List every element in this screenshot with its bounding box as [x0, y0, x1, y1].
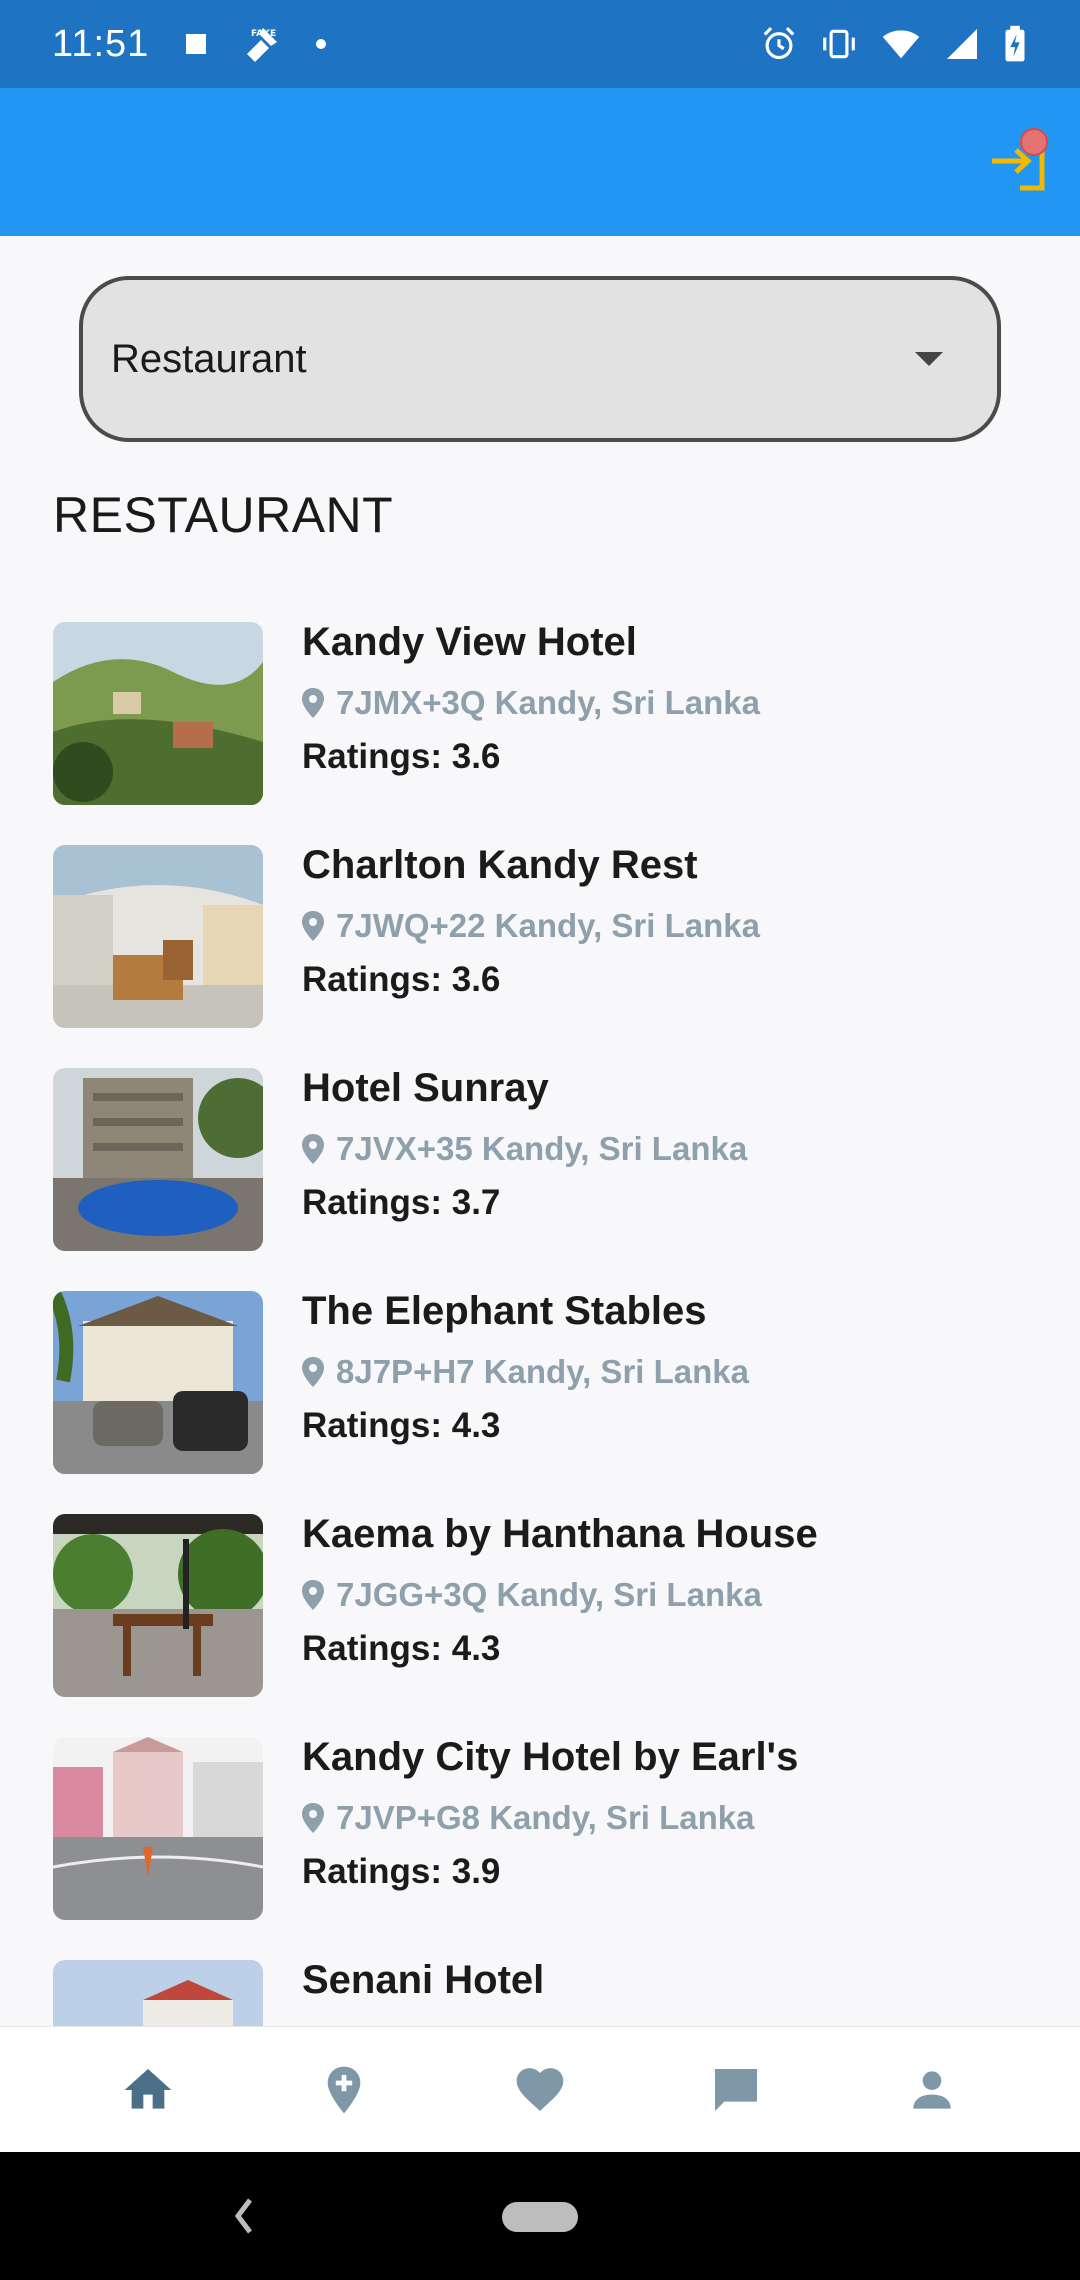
- bottom-navigation: [0, 2026, 1080, 2152]
- app-bar: [0, 88, 1080, 236]
- add-location-icon: [327, 2066, 361, 2113]
- place-address: 7JVP+G8 Kandy, Sri Lanka: [336, 1799, 755, 1836]
- list-item[interactable]: Kaema by Hanthana House 7JGG+3Q Kandy, S…: [0, 1512, 1080, 1735]
- address-row: 7JWQ+22 Kandy, Sri Lanka: [302, 907, 760, 945]
- place-thumbnail: [53, 1068, 263, 1251]
- status-left-icons: FAKE: [185, 24, 327, 64]
- location-pin-icon: [302, 1803, 324, 1833]
- place-rating: Ratings: 3.7: [302, 1183, 501, 1222]
- location-pin-icon: [302, 911, 324, 941]
- stop-icon: [186, 34, 207, 54]
- back-icon[interactable]: [222, 2186, 262, 2246]
- battery-charging-icon: [1005, 25, 1025, 62]
- location-pin-icon: [302, 688, 324, 718]
- place-thumbnail: [53, 1514, 263, 1697]
- address-row: 7JVP+G8 Kandy, Sri Lanka: [302, 1799, 755, 1837]
- place-thumbnail: [53, 1291, 263, 1474]
- dropdown-selected-value: Restaurant: [111, 336, 307, 381]
- place-address: 7JWQ+22 Kandy, Sri Lanka: [336, 907, 760, 944]
- place-rating: Ratings: 3.9: [302, 1852, 501, 1891]
- status-bar: 11:51 FAKE: [0, 0, 1080, 88]
- wifi-icon: [882, 30, 920, 59]
- place-address: 8J7P+H7 Kandy, Sri Lanka: [336, 1353, 749, 1390]
- dropdown-caret-icon: [915, 352, 943, 366]
- place-address: 7JGG+3Q Kandy, Sri Lanka: [336, 1576, 762, 1613]
- place-name: Kaema by Hanthana House: [302, 1512, 818, 1556]
- place-name: Charlton Kandy Rest: [302, 843, 698, 887]
- chat-icon: [715, 2068, 757, 2111]
- heart-icon: [516, 2067, 564, 2111]
- place-rating: Ratings: 3.6: [302, 960, 501, 999]
- nav-home[interactable]: [108, 2050, 188, 2130]
- place-thumbnail: [53, 1960, 263, 2026]
- address-row: 7JMX+3Q Kandy, Sri Lanka: [302, 684, 760, 722]
- system-navigation-bar: [0, 2152, 1080, 2280]
- login-button[interactable]: [986, 128, 1052, 194]
- place-rating: Ratings: 4.3: [302, 1629, 501, 1668]
- place-thumbnail: [53, 1737, 263, 1920]
- list-item[interactable]: Kandy View Hotel 7JMX+3Q Kandy, Sri Lank…: [0, 620, 1080, 843]
- place-thumbnail: [53, 845, 263, 1028]
- svg-text:FAKE: FAKE: [251, 29, 276, 39]
- place-thumbnail: [53, 622, 263, 805]
- vibrate-icon: [823, 29, 855, 59]
- cell-signal-icon: [947, 29, 977, 59]
- person-icon: [913, 2070, 951, 2109]
- location-pin-icon: [302, 1580, 324, 1610]
- home-icon: [124, 2068, 172, 2109]
- nav-chat[interactable]: [696, 2050, 776, 2130]
- list-item[interactable]: The Elephant Stables 8J7P+H7 Kandy, Sri …: [0, 1289, 1080, 1512]
- place-address: 7JMX+3Q Kandy, Sri Lanka: [336, 684, 760, 721]
- restaurant-list: Kandy View Hotel 7JMX+3Q Kandy, Sri Lank…: [0, 620, 1080, 2026]
- status-right-icons: [760, 25, 1028, 63]
- location-pin-icon: [302, 1357, 324, 1387]
- home-pill[interactable]: [502, 2202, 578, 2232]
- category-dropdown[interactable]: Restaurant: [79, 276, 1001, 442]
- location-pin-icon: [302, 1134, 324, 1164]
- nav-favorites[interactable]: [500, 2050, 580, 2130]
- list-item[interactable]: Kandy City Hotel by Earl's 7JVP+G8 Kandy…: [0, 1735, 1080, 1958]
- status-time: 11:51: [52, 22, 150, 65]
- address-row: 8J7P+H7 Kandy, Sri Lanka: [302, 1353, 749, 1391]
- section-title: RESTAURANT: [53, 487, 394, 543]
- list-item[interactable]: Hotel Sunray 7JVX+35 Kandy, Sri Lanka Ra…: [0, 1066, 1080, 1289]
- place-name: Kandy City Hotel by Earl's: [302, 1735, 799, 1779]
- place-address: 7JVX+35 Kandy, Sri Lanka: [336, 1130, 748, 1167]
- notification-badge: [1020, 128, 1048, 156]
- place-rating: Ratings: 3.6: [302, 737, 501, 776]
- list-item[interactable]: Senani Hotel: [0, 1958, 1080, 2026]
- list-item[interactable]: Charlton Kandy Rest 7JWQ+22 Kandy, Sri L…: [0, 843, 1080, 1066]
- fake-gps-icon: FAKE: [247, 28, 278, 62]
- place-name: Hotel Sunray: [302, 1066, 549, 1110]
- nav-profile[interactable]: [892, 2050, 972, 2130]
- place-rating: Ratings: 4.3: [302, 1406, 501, 1445]
- place-name: Senani Hotel: [302, 1958, 545, 2002]
- nav-add-location[interactable]: [304, 2050, 384, 2130]
- place-name: The Elephant Stables: [302, 1289, 707, 1333]
- place-name: Kandy View Hotel: [302, 620, 637, 664]
- address-row: 7JVX+35 Kandy, Sri Lanka: [302, 1130, 747, 1168]
- dot-icon: [316, 39, 327, 49]
- address-row: 7JGG+3Q Kandy, Sri Lanka: [302, 1576, 762, 1614]
- alarm-icon: [763, 27, 795, 60]
